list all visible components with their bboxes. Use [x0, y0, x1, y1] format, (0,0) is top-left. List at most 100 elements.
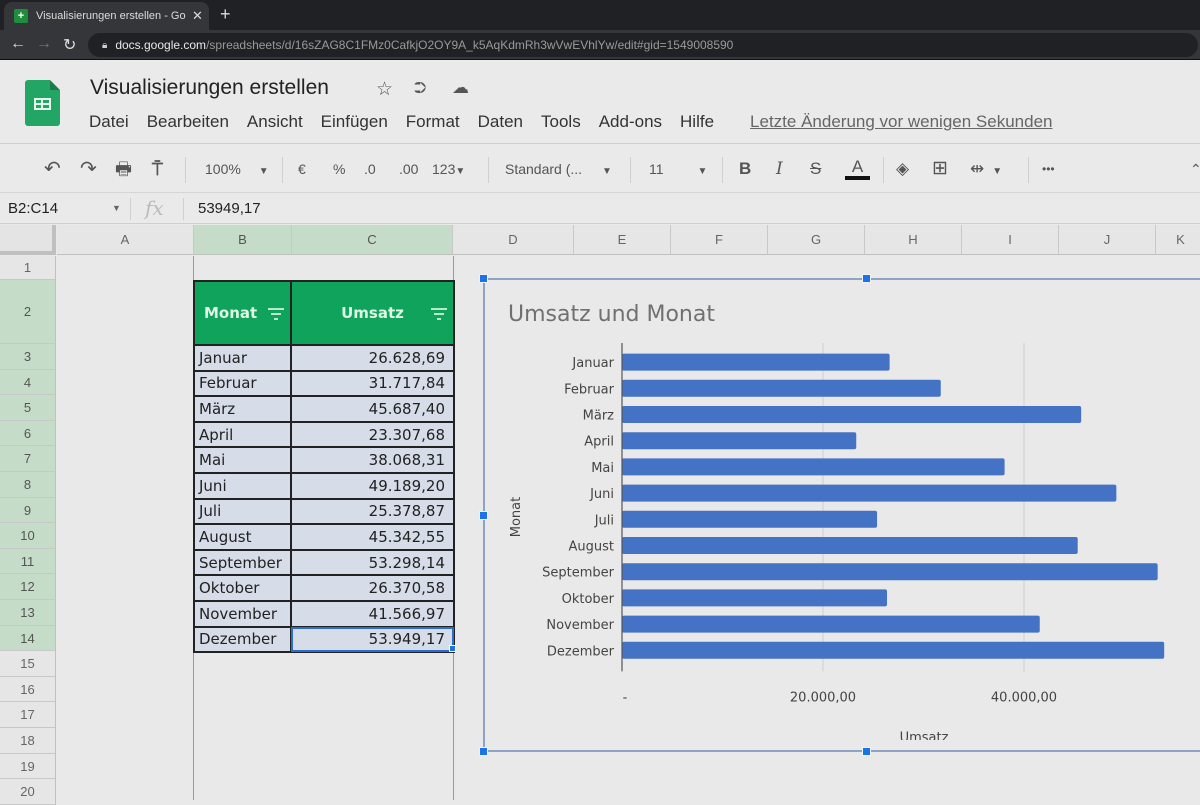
chevron-down-icon[interactable]: ▼: [112, 203, 121, 213]
cell-monat[interactable]: Februar: [193, 369, 292, 398]
row-header-16[interactable]: 16: [0, 676, 56, 703]
column-header-g[interactable]: G: [768, 225, 865, 255]
row-header-3[interactable]: 3: [0, 344, 56, 370]
fill-handle[interactable]: [449, 645, 456, 652]
print-icon[interactable]: 🖶︎: [115, 158, 132, 180]
row-header-17[interactable]: 17: [0, 702, 56, 728]
row-header-4[interactable]: 4: [0, 369, 56, 396]
bar-oktober[interactable]: [622, 589, 888, 607]
bar-februar[interactable]: [622, 379, 941, 397]
cell-umsatz[interactable]: 26.370,58: [290, 574, 455, 602]
chart-title[interactable]: Umsatz und Monat: [508, 302, 715, 327]
bar-märz[interactable]: [622, 406, 1082, 423]
select-all-corner[interactable]: [0, 225, 56, 255]
row-header-2[interactable]: 2: [0, 280, 56, 344]
font-select[interactable]: Standard (... ▼: [505, 158, 612, 180]
cell-umsatz[interactable]: 31.717,84: [290, 369, 455, 398]
menu-format[interactable]: Format: [406, 112, 460, 132]
column-header-b[interactable]: B: [194, 225, 292, 255]
cell-umsatz[interactable]: 49.189,20: [290, 471, 455, 500]
url-input[interactable]: 🔒︎ docs.google.com/spreadsheets/d/16sZAG…: [88, 33, 1198, 57]
italic-button[interactable]: I: [776, 158, 783, 180]
cell-monat[interactable]: Juni: [193, 471, 292, 500]
font-size-select[interactable]: 11 ▼: [649, 158, 707, 180]
zoom-select[interactable]: 100% ▼: [205, 158, 269, 180]
row-header-15[interactable]: 15: [0, 651, 56, 677]
menu-bearbeiten[interactable]: Bearbeiten: [147, 112, 229, 132]
row-header-10[interactable]: 10: [0, 523, 56, 549]
star-icon[interactable]: ☆: [376, 78, 393, 101]
formula-input[interactable]: 53949,17: [198, 200, 261, 217]
last-edit-link[interactable]: Letzte Änderung vor wenigen Sekunden: [750, 112, 1052, 132]
row-header-14[interactable]: 14: [0, 625, 56, 652]
cell-umsatz[interactable]: 38.068,31: [290, 446, 455, 474]
sheets-logo-icon[interactable]: [25, 80, 60, 126]
row-header-7[interactable]: 7: [0, 446, 56, 472]
column-header-h[interactable]: H: [865, 225, 962, 255]
row-header-20[interactable]: 20: [0, 779, 56, 805]
new-tab-icon[interactable]: +: [220, 4, 231, 25]
cell-monat[interactable]: Juli: [193, 497, 292, 526]
back-icon[interactable]: ←: [10, 35, 26, 53]
bar-chart[interactable]: Januar Februar März April Mai Juni Juli August S…: [500, 340, 1200, 740]
menu-tools[interactable]: Tools: [541, 112, 581, 132]
close-tab-icon[interactable]: ✕: [192, 8, 203, 24]
merge-cells-icon[interactable]: ⇹ ▼: [970, 158, 1002, 180]
menu-hilfe[interactable]: Hilfe: [680, 112, 714, 132]
cell-monat[interactable]: Dezember: [193, 625, 292, 654]
text-color-button[interactable]: A: [845, 158, 870, 180]
cell-monat[interactable]: April: [193, 420, 292, 449]
column-header-a[interactable]: A: [57, 225, 194, 255]
menu-addons[interactable]: Add-ons: [599, 112, 662, 132]
cell-monat[interactable]: September: [193, 548, 292, 577]
move-folder-icon[interactable]: ⮊: [414, 80, 426, 98]
collapse-menu-icon[interactable]: ⌃: [1190, 158, 1200, 180]
cloud-saved-icon[interactable]: ☁: [452, 78, 469, 98]
fill-color-icon[interactable]: ◈: [896, 158, 909, 180]
bar-august[interactable]: [622, 537, 1078, 554]
row-header-18[interactable]: 18: [0, 728, 56, 754]
undo-icon[interactable]: ↶: [44, 158, 61, 180]
cell-monat[interactable]: November: [193, 599, 292, 628]
cell-umsatz[interactable]: 25.378,87: [290, 497, 455, 526]
cell-monat[interactable]: Oktober: [193, 574, 292, 602]
column-header-d[interactable]: D: [453, 225, 574, 255]
column-header-c[interactable]: C: [292, 225, 453, 255]
cell-umsatz[interactable]: 45.687,40: [290, 395, 455, 423]
cell-monat[interactable]: August: [193, 523, 292, 551]
menu-ansicht[interactable]: Ansicht: [247, 112, 303, 132]
row-header-12[interactable]: 12: [0, 574, 56, 600]
bar-september[interactable]: [622, 563, 1158, 581]
percent-button[interactable]: %: [333, 158, 345, 180]
cell-umsatz[interactable]: 26.628,69: [290, 344, 455, 372]
column-header-i[interactable]: I: [962, 225, 1059, 255]
row-header-5[interactable]: 5: [0, 395, 56, 421]
resize-handle-top-left[interactable]: [479, 274, 488, 283]
currency-button[interactable]: €: [298, 158, 306, 180]
row-header-6[interactable]: 6: [0, 420, 56, 447]
resize-handle-left[interactable]: [479, 511, 488, 520]
cell-monat[interactable]: März: [193, 395, 292, 423]
cell-monat[interactable]: Mai: [193, 446, 292, 474]
menu-daten[interactable]: Daten: [478, 112, 523, 132]
browser-tab[interactable]: + Visualisierungen erstellen - Goog ✕: [4, 2, 209, 30]
bar-november[interactable]: [622, 615, 1040, 633]
borders-icon[interactable]: ⊞: [932, 158, 948, 180]
name-box[interactable]: B2:C14: [8, 200, 58, 217]
increase-decimal-button[interactable]: .00: [399, 158, 418, 180]
column-header-k[interactable]: K: [1156, 225, 1200, 255]
bold-button[interactable]: B: [739, 158, 751, 180]
cell-monat[interactable]: Januar: [193, 344, 292, 372]
resize-handle-bottom-left[interactable]: [479, 747, 488, 756]
bar-juli[interactable]: [622, 510, 878, 528]
resize-handle-bottom[interactable]: [862, 747, 871, 756]
row-header-11[interactable]: 11: [0, 548, 56, 575]
column-header-e[interactable]: E: [574, 225, 671, 255]
bar-januar[interactable]: [622, 353, 890, 371]
more-options-button[interactable]: •••: [1042, 158, 1055, 180]
cell-umsatz[interactable]: 53.298,14: [290, 548, 455, 577]
menu-einfuegen[interactable]: Einfügen: [321, 112, 388, 132]
strikethrough-button[interactable]: S: [810, 158, 821, 180]
bar-juni[interactable]: [622, 484, 1117, 502]
bar-dezember[interactable]: [622, 641, 1165, 659]
